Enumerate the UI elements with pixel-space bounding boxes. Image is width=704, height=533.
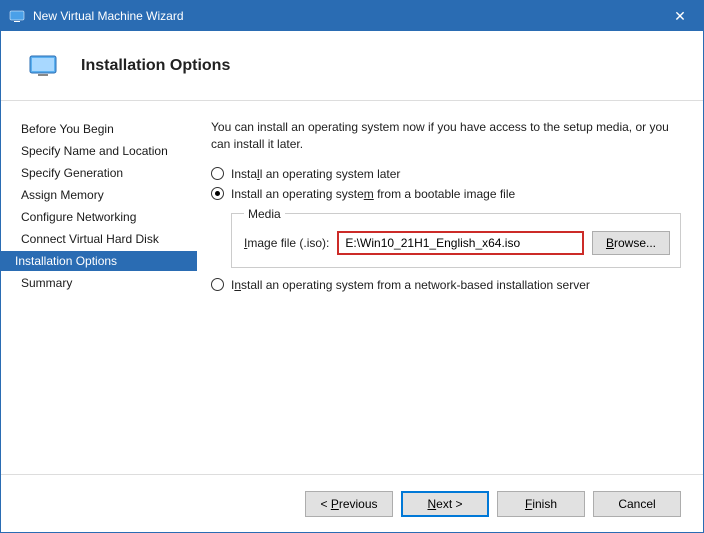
option-install-network[interactable]: Install an operating system from a netwo…	[211, 278, 681, 292]
footer: < Previous Next > Finish Cancel	[1, 474, 703, 532]
header: Installation Options	[1, 31, 703, 101]
sidebar-item-specify-generation[interactable]: Specify Generation	[15, 163, 197, 183]
radio-icon	[211, 278, 224, 291]
option-install-later-label: Install an operating system later	[231, 167, 400, 181]
wizard-icon	[29, 55, 57, 77]
media-group: Media Image file (.iso): Browse...	[231, 207, 681, 268]
app-icon	[9, 8, 25, 24]
media-legend: Media	[244, 207, 285, 221]
media-row: Image file (.iso): Browse...	[244, 231, 670, 255]
image-file-label: Image file (.iso):	[244, 236, 329, 250]
radio-icon	[211, 167, 224, 180]
content: You can install an operating system now …	[197, 119, 703, 474]
option-install-image[interactable]: Install an operating system from a boota…	[211, 187, 681, 201]
radio-icon	[211, 187, 224, 200]
sidebar-item-specify-name[interactable]: Specify Name and Location	[15, 141, 197, 161]
option-install-network-label: Install an operating system from a netwo…	[231, 278, 590, 292]
close-icon: ✕	[674, 8, 686, 25]
cancel-button[interactable]: Cancel	[593, 491, 681, 517]
option-install-later[interactable]: Install an operating system later	[211, 167, 681, 181]
window-title: New Virtual Machine Wizard	[33, 9, 657, 23]
body: Before You Begin Specify Name and Locati…	[1, 101, 703, 474]
image-file-input[interactable]	[337, 231, 584, 255]
next-button[interactable]: Next >	[401, 491, 489, 517]
sidebar-item-configure-networking[interactable]: Configure Networking	[15, 207, 197, 227]
description-text: You can install an operating system now …	[211, 119, 681, 153]
sidebar-item-assign-memory[interactable]: Assign Memory	[15, 185, 197, 205]
titlebar: New Virtual Machine Wizard ✕	[1, 1, 703, 31]
previous-button[interactable]: < Previous	[305, 491, 393, 517]
wizard-window: New Virtual Machine Wizard ✕ Installatio…	[0, 0, 704, 533]
browse-button[interactable]: Browse...	[592, 231, 670, 255]
sidebar-item-before-you-begin[interactable]: Before You Begin	[15, 119, 197, 139]
option-install-image-label: Install an operating system from a boota…	[231, 187, 515, 201]
sidebar-item-connect-vhd[interactable]: Connect Virtual Hard Disk	[15, 229, 197, 249]
finish-button[interactable]: Finish	[497, 491, 585, 517]
page-title: Installation Options	[81, 57, 230, 75]
close-button[interactable]: ✕	[657, 1, 703, 31]
sidebar-item-installation-options[interactable]: Installation Options	[1, 251, 197, 271]
sidebar-item-summary[interactable]: Summary	[15, 273, 197, 293]
sidebar: Before You Begin Specify Name and Locati…	[1, 119, 197, 474]
